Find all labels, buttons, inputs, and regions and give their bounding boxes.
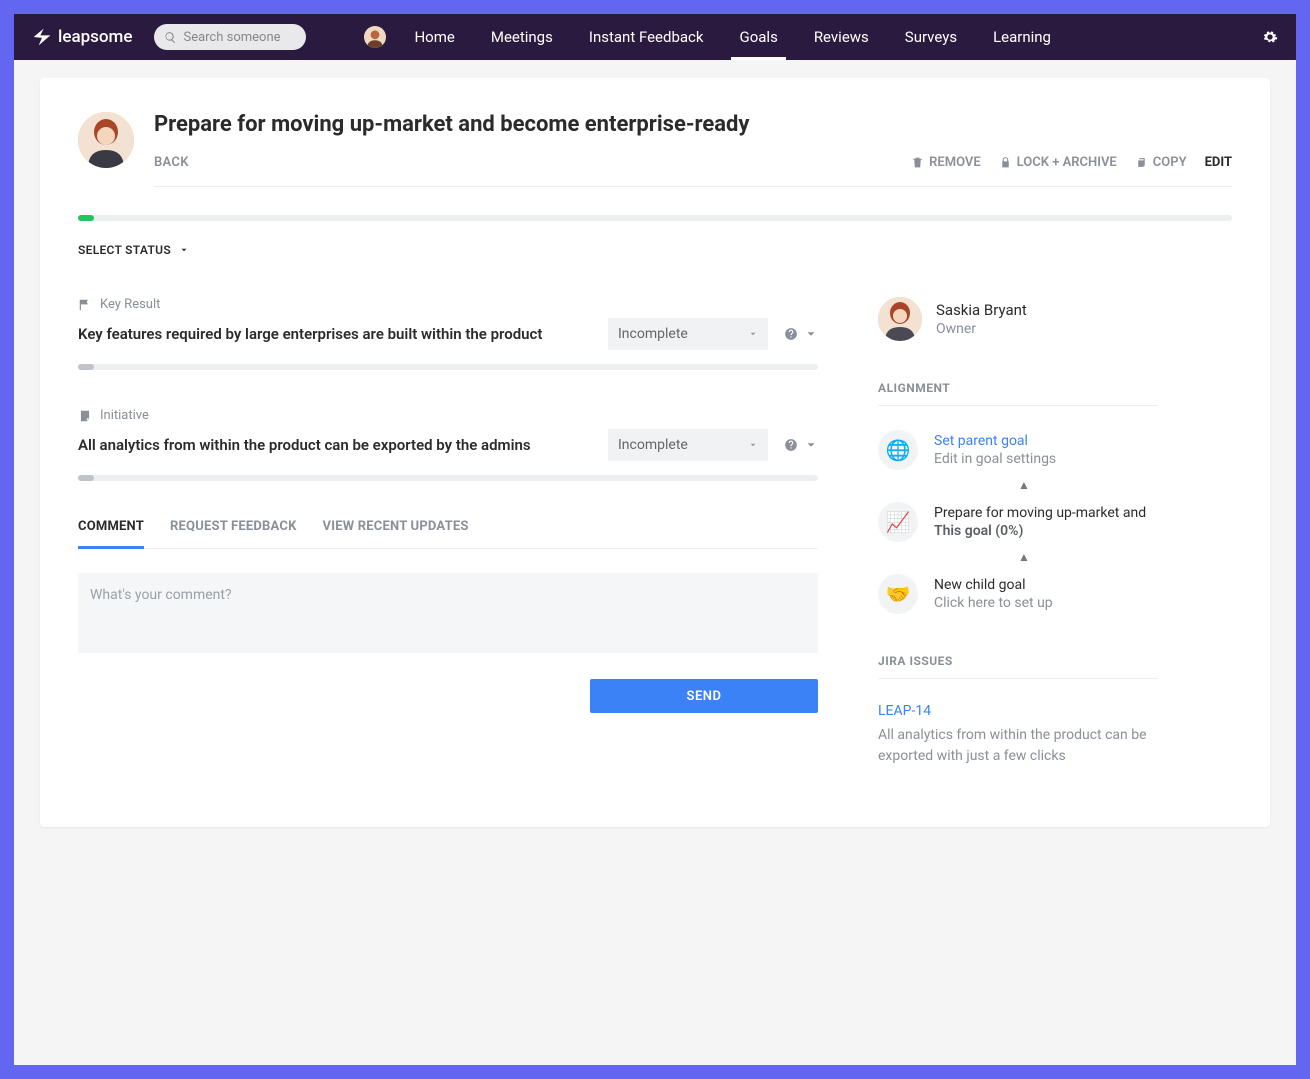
nav-home[interactable]: Home: [396, 14, 472, 60]
owner-name: Saskia Bryant: [936, 301, 1027, 319]
initiative-status-value: Incomplete: [618, 437, 688, 453]
kr-progress-track: [78, 364, 818, 370]
owner-role: Owner: [936, 321, 1027, 337]
help-icon: [784, 327, 798, 341]
alignment-this-goal[interactable]: 📈 Prepare for moving up-market and This …: [878, 502, 1158, 542]
lock-icon: [999, 156, 1012, 169]
goal-card: Prepare for moving up-market and become …: [40, 78, 1270, 827]
goal-owner-avatar[interactable]: [78, 112, 134, 168]
initiative-status-select[interactable]: Incomplete: [608, 429, 768, 461]
brand-icon: [32, 27, 52, 47]
nav-avatar[interactable]: [364, 26, 386, 48]
copy-icon: [1135, 156, 1148, 169]
avatar-icon: [878, 297, 922, 341]
nav-items: Home Meetings Instant Feedback Goals Rev…: [396, 14, 1069, 60]
avatar-icon: [364, 26, 386, 48]
edit-button[interactable]: EDIT: [1205, 155, 1232, 170]
initiative-progress-track: [78, 475, 818, 481]
lock-label: LOCK + ARCHIVE: [1017, 155, 1117, 170]
comment-input[interactable]: [78, 573, 818, 653]
comment-tabs: COMMENT REQUEST FEEDBACK VIEW RECENT UPD…: [78, 519, 818, 549]
back-link[interactable]: BACK: [154, 155, 189, 170]
select-status-dropdown[interactable]: SELECT STATUS: [78, 243, 1232, 257]
alignment-child[interactable]: 🤝 New child goal Click here to set up: [878, 574, 1158, 614]
key-result-type-label: Key Result: [100, 297, 160, 312]
top-nav: leapsome Search someone Home Meetings In…: [14, 14, 1296, 60]
remove-button[interactable]: REMOVE: [911, 155, 981, 170]
chevron-down-icon: [748, 329, 758, 339]
initiative-block: Initiative All analytics from within the…: [78, 408, 818, 481]
divider: [878, 678, 1158, 679]
nav-instant-feedback[interactable]: Instant Feedback: [571, 14, 722, 60]
chevron-down-icon: [804, 327, 818, 341]
alignment-parent[interactable]: 🌐 Set parent goal Edit in goal settings: [878, 430, 1158, 470]
initiative-title: All analytics from within the product ca…: [78, 436, 592, 454]
copy-label: COPY: [1153, 155, 1187, 170]
arrow-up-icon: ▲: [890, 550, 1158, 564]
initiative-type-label: Initiative: [100, 408, 149, 423]
tab-comment[interactable]: COMMENT: [78, 519, 144, 548]
this-goal-subtitle: This goal (0%): [934, 523, 1146, 539]
send-button[interactable]: SEND: [590, 679, 818, 713]
key-result-status-select[interactable]: Incomplete: [608, 318, 768, 350]
initiative-progress-fill: [78, 475, 94, 481]
kr-status-value: Incomplete: [618, 326, 688, 342]
avatar-icon: [78, 112, 134, 168]
globe-icon: 🌐: [878, 430, 918, 470]
initiative-help[interactable]: [784, 438, 818, 452]
tab-view-updates[interactable]: VIEW RECENT UPDATES: [323, 519, 469, 548]
child-goal-title: New child goal: [934, 577, 1053, 593]
kr-progress-fill: [78, 364, 94, 370]
goal-progress-fill: [78, 215, 94, 221]
nav-goals[interactable]: Goals: [721, 14, 795, 60]
tab-request-feedback[interactable]: REQUEST FEEDBACK: [170, 519, 297, 548]
owner-row: Saskia Bryant Owner: [878, 297, 1158, 341]
nav-surveys[interactable]: Surveys: [887, 14, 975, 60]
this-goal-title: Prepare for moving up-market and: [934, 505, 1146, 521]
parent-goal-subtitle: Edit in goal settings: [934, 451, 1056, 467]
chart-growth-icon: 📈: [878, 502, 918, 542]
copy-button[interactable]: COPY: [1135, 155, 1187, 170]
goal-progress-track: [78, 215, 1232, 221]
alignment-label: ALIGNMENT: [878, 381, 1158, 395]
brand-text: leapsome: [58, 27, 132, 47]
remove-label: REMOVE: [929, 155, 981, 170]
jira-label: JIRA ISSUES: [878, 654, 1158, 668]
jira-issue-desc: All analytics from within the product ca…: [878, 725, 1158, 767]
brand-logo[interactable]: leapsome: [32, 27, 132, 47]
chevron-down-icon: [179, 245, 189, 255]
search-input[interactable]: Search someone: [154, 24, 306, 50]
nav-meetings[interactable]: Meetings: [473, 14, 571, 60]
nav-reviews[interactable]: Reviews: [796, 14, 887, 60]
page-title: Prepare for moving up-market and become …: [154, 112, 1232, 137]
lock-archive-button[interactable]: LOCK + ARCHIVE: [999, 155, 1117, 170]
owner-avatar[interactable]: [878, 297, 922, 341]
flag-icon: [78, 298, 92, 312]
chevron-down-icon: [748, 440, 758, 450]
search-placeholder: Search someone: [183, 30, 280, 45]
jira-issue-link[interactable]: LEAP-14: [878, 703, 1158, 719]
key-result-title: Key features required by large enterpris…: [78, 325, 592, 343]
key-result-block: Key Result Key features required by larg…: [78, 297, 818, 370]
divider: [878, 405, 1158, 406]
chevron-down-icon: [804, 438, 818, 452]
child-goal-subtitle: Click here to set up: [934, 595, 1053, 611]
help-icon: [784, 438, 798, 452]
gear-icon[interactable]: [1262, 29, 1278, 45]
key-result-help[interactable]: [784, 327, 818, 341]
trash-icon: [911, 156, 924, 169]
nav-learning[interactable]: Learning: [975, 14, 1069, 60]
arrow-up-icon: ▲: [890, 478, 1158, 492]
parent-goal-title: Set parent goal: [934, 433, 1056, 449]
note-icon: [78, 409, 92, 423]
handshake-icon: 🤝: [878, 574, 918, 614]
select-status-label: SELECT STATUS: [78, 243, 171, 257]
search-icon: [164, 31, 177, 44]
